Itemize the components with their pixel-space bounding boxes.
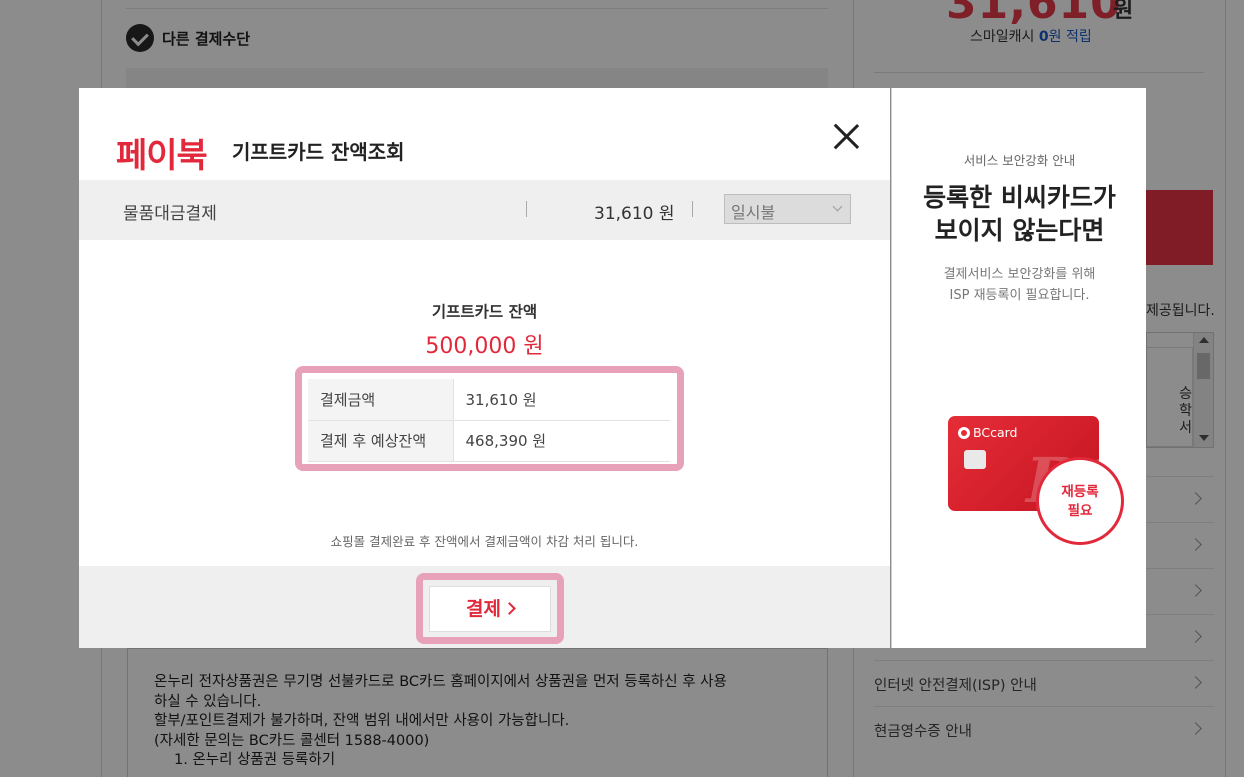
divider [692, 201, 693, 217]
modal-title: 기프트카드 잔액조회 [232, 140, 405, 164]
pay-button-label: 결제 [466, 598, 501, 620]
giftcard-balance-modal: 페이북 기프트카드 잔액조회 물품대금결제 31,610 원 일시불 기프트카드… [79, 88, 890, 648]
banner-caption: 서비스 보안강화 안내 [963, 153, 1076, 168]
reregister-badge: 재등록 필요 [1036, 457, 1124, 545]
divider [526, 201, 527, 217]
card-brand: BCcard [973, 425, 1018, 440]
chevron-down-icon [832, 201, 843, 212]
badge-line: 필요 [1067, 503, 1093, 519]
balance-label: 기프트카드 잔액 [431, 303, 538, 321]
desc-line: 결제서비스 보안강화를 위해 [943, 267, 1096, 282]
detail-label: 결제 후 예상잔액 [308, 420, 453, 462]
headline-line: 등록한 비씨카드가 [923, 183, 1116, 212]
card-chip-icon [964, 450, 986, 469]
payment-details-table: 결제금액 31,610 원 결제 후 예상잔액 468,390 원 [308, 379, 670, 462]
payment-type: 물품대금결제 [123, 204, 217, 224]
pay-button[interactable]: 결제 [429, 586, 551, 632]
table-row: 결제 후 예상잔액 468,390 원 [308, 420, 670, 462]
modal-header: 페이북 기프트카드 잔액조회 [79, 88, 890, 180]
paybook-logo: 페이북 [116, 136, 208, 176]
deduction-notice: 쇼핑몰 결제완료 후 잔액에서 결제금액이 차감 처리 됩니다. [330, 534, 639, 549]
close-icon[interactable] [831, 122, 861, 152]
desc-line: ISP 재등록이 필요합니다. [949, 288, 1090, 303]
bc-card-logo: BCcard [958, 425, 1017, 440]
bc-logo-icon [958, 426, 970, 439]
isp-security-banner[interactable]: 서비스 보안강화 안내 등록한 비씨카드가 보이지 않는다면 결제서비스 보안강… [891, 88, 1146, 648]
chevron-right-icon [503, 602, 516, 615]
headline-line: 보이지 않는다면 [934, 216, 1105, 245]
table-row: 결제금액 31,610 원 [308, 379, 670, 421]
payment-amount: 31,610 원 [594, 204, 675, 224]
payment-summary-bar: 물품대금결제 31,610 원 일시불 [79, 180, 890, 240]
badge-line: 재등록 [1061, 484, 1099, 500]
installment-selected: 일시불 [731, 203, 776, 222]
balance-value: 500,000 원 [425, 334, 544, 359]
detail-value: 468,390 원 [452, 420, 670, 462]
banner-description: 결제서비스 보안강화를 위해 ISP 재등록이 필요합니다. [892, 264, 1147, 306]
installment-select[interactable]: 일시불 [724, 194, 851, 224]
detail-label: 결제금액 [308, 379, 453, 421]
banner-headline: 등록한 비씨카드가 보이지 않는다면 [892, 181, 1147, 247]
detail-value: 31,610 원 [452, 379, 670, 421]
